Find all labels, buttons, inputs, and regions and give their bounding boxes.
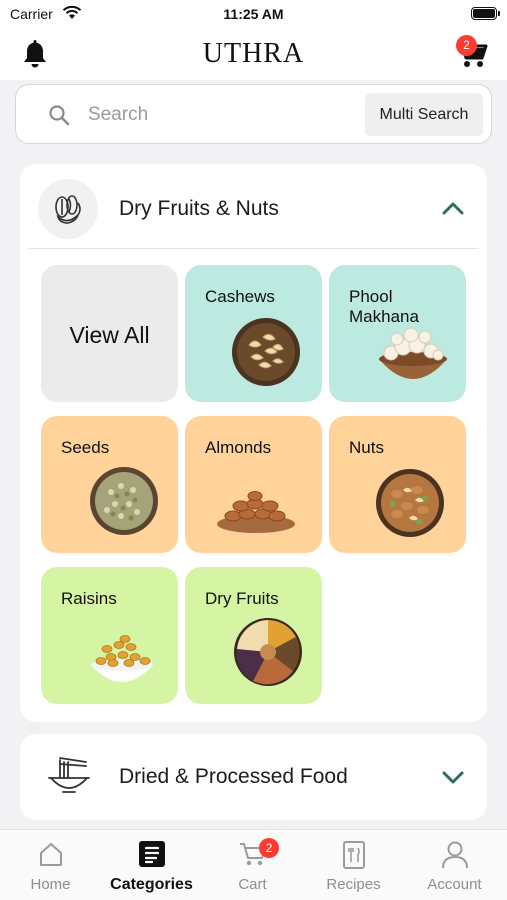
chevron-up-icon[interactable] — [441, 200, 465, 221]
tab-categories[interactable]: Categories — [101, 830, 202, 900]
tile-label: Raisins — [61, 589, 117, 608]
tile-cashews[interactable]: Cashews — [185, 265, 322, 402]
cashews-image — [232, 318, 300, 386]
tab-label: Home — [30, 876, 71, 893]
tile-label: Phool Makhana — [349, 287, 419, 326]
search-input[interactable] — [88, 100, 368, 130]
tab-label: Account — [427, 876, 482, 893]
battery-icon — [471, 7, 500, 20]
raisins-image — [91, 635, 153, 682]
dry-fruits-image — [234, 618, 302, 686]
tile-dry-fruits[interactable]: Dry Fruits — [185, 567, 322, 704]
search-icon — [48, 104, 70, 131]
home-icon — [37, 840, 65, 873]
tab-home[interactable]: Home — [0, 830, 101, 900]
app-logo: UTHRA — [202, 38, 305, 69]
section-title: Dried & Processed Food — [119, 765, 348, 788]
section-title: Dry Fruits & Nuts — [119, 197, 279, 220]
app-header: UTHRA 2 — [0, 30, 507, 80]
almonds-image — [217, 491, 295, 533]
nuts-image — [376, 469, 444, 537]
tile-nuts[interactable]: Nuts — [329, 416, 466, 553]
makhana-image — [379, 327, 447, 379]
cart-count-badge: 2 — [456, 35, 477, 56]
noodle-bowl-icon — [46, 754, 92, 803]
recipes-icon — [341, 840, 367, 875]
multi-search-button[interactable]: Multi Search — [365, 93, 483, 136]
category-section-dried-processed[interactable]: Dried & Processed Food — [20, 734, 487, 820]
section-icon — [38, 179, 98, 239]
chevron-down-icon[interactable] — [441, 770, 465, 791]
dry-fruits-icon — [55, 195, 81, 224]
tab-label: Categories — [110, 876, 193, 893]
category-section-dry-fruits: Dry Fruits & Nuts View All Cashews Phool… — [20, 164, 487, 722]
tile-label: Cashews — [205, 287, 275, 306]
tile-phool-makhana[interactable]: Phool Makhana — [329, 265, 466, 402]
bottom-tab-bar: Home Categories 2 Cart Recipes Account — [0, 829, 507, 900]
section-divider — [28, 248, 479, 249]
tile-label: View All — [69, 322, 150, 348]
categories-icon — [138, 840, 166, 873]
account-icon — [441, 840, 469, 875]
tile-label: Dry Fruits — [205, 589, 279, 608]
tile-raisins[interactable]: Raisins — [41, 567, 178, 704]
tab-recipes[interactable]: Recipes — [303, 830, 404, 900]
tab-label: Cart — [238, 876, 267, 893]
tile-view-all[interactable]: View All — [41, 265, 178, 402]
tile-almonds[interactable]: Almonds — [185, 416, 322, 553]
tile-label: Almonds — [205, 438, 272, 457]
status-time: 11:25 AM — [223, 6, 284, 22]
tab-label: Recipes — [326, 876, 381, 893]
tile-label: Nuts — [349, 438, 384, 457]
status-bar: Carrier 11:25 AM — [0, 0, 507, 30]
cart-tab-badge: 2 — [259, 838, 279, 858]
header-cart-button[interactable]: 2 — [455, 35, 489, 75]
tile-label: Seeds — [61, 438, 110, 457]
tab-account[interactable]: Account — [404, 830, 505, 900]
seeds-image — [90, 467, 158, 535]
tab-cart[interactable]: 2 Cart — [202, 830, 303, 900]
tile-seeds[interactable]: Seeds — [41, 416, 178, 553]
search-bar: Multi Search — [15, 84, 492, 144]
